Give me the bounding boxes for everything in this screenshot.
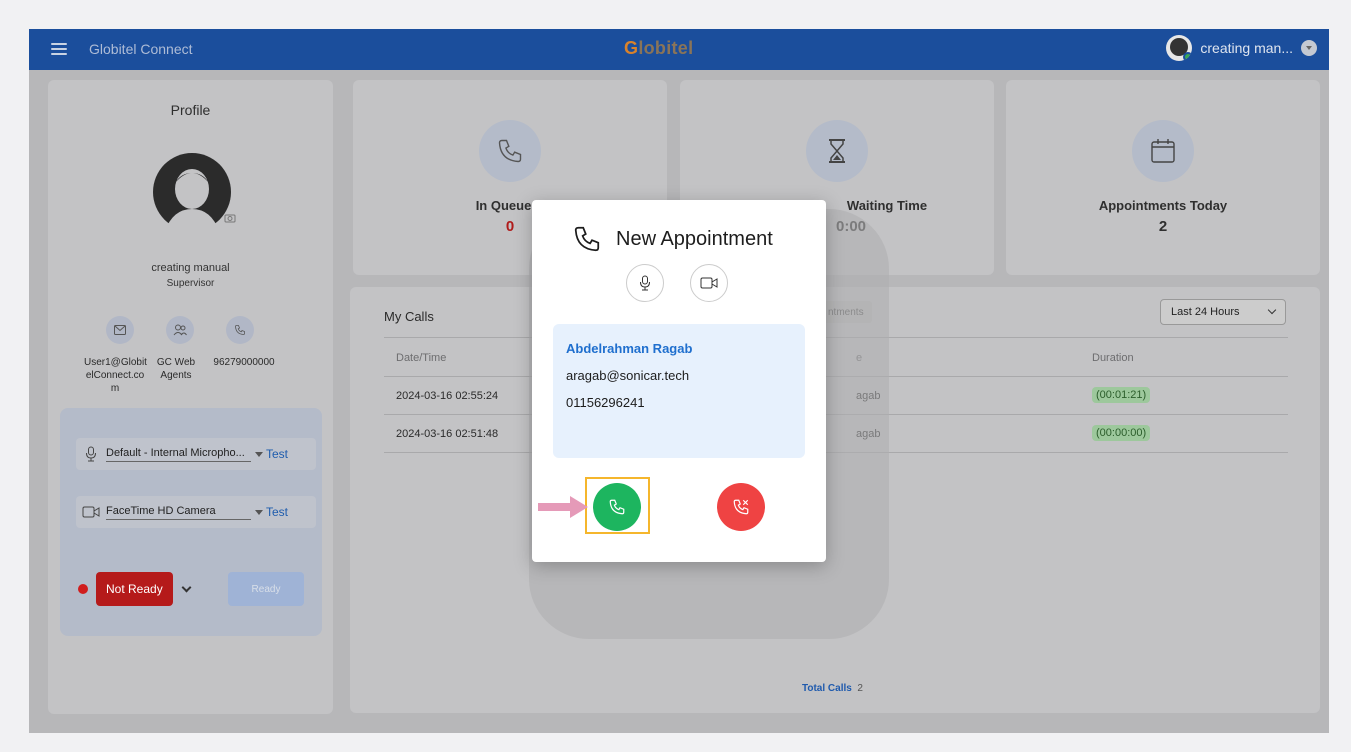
menu-icon[interactable] [51, 43, 67, 55]
microphone-icon [76, 446, 106, 462]
column-header: Date/Time [396, 352, 447, 364]
accept-call-button[interactable] [593, 483, 641, 531]
chevron-down-icon[interactable] [1301, 40, 1317, 56]
call-datetime: 2024-03-16 02:51:48 [396, 428, 499, 440]
reject-call-button[interactable] [717, 483, 765, 531]
column-header: Duration [1092, 352, 1134, 364]
phone-icon [574, 226, 600, 252]
mic-test-link[interactable]: Test [266, 447, 288, 461]
stat-label: Appointments Today [1098, 198, 1228, 213]
phone-reject-icon [733, 499, 749, 515]
dropdown-arrow-icon[interactable] [255, 509, 263, 515]
group-icon [166, 316, 194, 344]
user-name: creating man... [1200, 40, 1293, 56]
appointments-card: Appointments Today 2 [1006, 80, 1320, 275]
profile-card: Profile creating manual Supervisor User1… [48, 80, 333, 714]
microphone-row: Default - Internal Micropho... Test [76, 438, 316, 470]
not-ready-button[interactable]: Not Ready [96, 572, 173, 606]
caller-phone: 01156296241 [566, 395, 645, 410]
calendar-icon [1132, 120, 1194, 182]
video-toggle-button[interactable] [690, 264, 728, 302]
dropdown-arrow-icon[interactable] [255, 451, 263, 457]
total-calls-label: Total Calls [802, 683, 852, 694]
globitel-logo: Globitel [624, 38, 694, 58]
contact-texts: User1@Globit elConnect.co m GC Web Agent… [84, 356, 284, 395]
profile-title: Profile [170, 102, 211, 118]
profile-avatar [153, 153, 231, 231]
contact-icons [106, 316, 254, 344]
total-calls: Total Calls 2 [802, 683, 863, 694]
modal-header: New Appointment [572, 224, 773, 254]
profile-name: creating manual [151, 262, 230, 274]
contact-group: GC Web Agents [156, 357, 196, 381]
ready-button[interactable]: Ready [228, 572, 304, 606]
chevron-down-icon [1267, 305, 1277, 315]
hourglass-icon [806, 120, 868, 182]
camera-test-link[interactable]: Test [266, 505, 288, 519]
mail-icon [106, 316, 134, 344]
device-panel: Default - Internal Micropho... Test Face… [60, 408, 322, 636]
total-calls-value: 2 [857, 683, 863, 694]
caller-info-box: Abdelrahman Ragab aragab@sonicar.tech 01… [553, 324, 805, 458]
range-select[interactable]: Last 24 Hours [1160, 299, 1286, 325]
stat-value: 2 [1158, 218, 1168, 235]
camera-select[interactable]: FaceTime HD Camera [106, 505, 251, 520]
media-buttons [626, 264, 728, 302]
caller-name: Abdelrahman Ragab [566, 341, 693, 356]
video-camera-icon [700, 277, 718, 289]
caller-email: aragab@sonicar.tech [566, 368, 690, 383]
phone-icon [479, 120, 541, 182]
avatar [1166, 35, 1193, 61]
online-status-icon [1183, 52, 1193, 61]
camera-icon[interactable] [224, 213, 236, 226]
microphone-icon [640, 275, 650, 291]
pointer-arrow-icon [538, 496, 588, 518]
phone-icon [609, 499, 625, 515]
status-row: Not Ready [78, 572, 192, 606]
contact-email: User1@Globit elConnect.co m [84, 357, 147, 394]
video-camera-icon [76, 506, 106, 518]
microphone-select[interactable]: Default - Internal Micropho... [106, 447, 251, 462]
range-value: Last 24 Hours [1171, 306, 1240, 318]
microphone-toggle-button[interactable] [626, 264, 664, 302]
modal-title: New Appointment [616, 227, 773, 250]
calls-title: My Calls [384, 309, 434, 324]
profile-role: Supervisor [166, 278, 215, 289]
contact-phone: 96279000000 [213, 357, 275, 368]
call-datetime: 2024-03-16 02:55:24 [396, 390, 499, 402]
chevron-down-icon[interactable] [181, 582, 192, 592]
top-bar: Globitel Connect Globitel creating man..… [29, 29, 1329, 70]
camera-row: FaceTime HD Camera Test [76, 496, 316, 528]
status-dot [78, 584, 88, 594]
call-duration: (00:00:00) [1092, 425, 1151, 441]
call-duration: (00:01:21) [1092, 387, 1151, 403]
app-title: Globitel Connect [89, 41, 193, 57]
phone-icon [226, 316, 254, 344]
user-menu[interactable]: creating man... [1166, 35, 1317, 61]
